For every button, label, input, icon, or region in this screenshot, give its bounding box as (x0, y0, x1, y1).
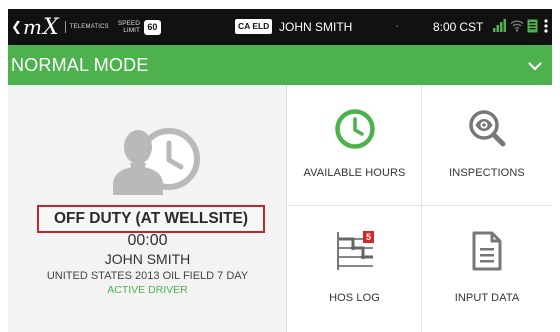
duty-timer: 00:00 (127, 232, 168, 249)
speed-limit-indicator: SPEED LIMIT 60 (117, 19, 161, 35)
device-icon (527, 19, 538, 38)
status-bar: ❮ mX TELEMATICS SPEED LIMIT 60 CA ELD JO… (8, 9, 552, 45)
speed-limit-value: 60 (143, 19, 161, 35)
hos-ruleset: UNITED STATES 2013 OIL FIELD 7 DAY (46, 270, 249, 282)
mode-bar[interactable]: NORMAL MODE (8, 45, 552, 85)
driver-name: JOHN SMITH (104, 251, 191, 267)
inspections-label: INSPECTIONS (449, 167, 525, 179)
input-data-tile[interactable]: INPUT DATA (422, 206, 552, 332)
clock-timezone: CST (459, 20, 484, 34)
status-separator (396, 25, 398, 27)
chevron-down-icon[interactable] (528, 58, 542, 76)
clock: 8:00 CST (433, 20, 483, 34)
clock-icon (334, 108, 376, 155)
kebab-menu-icon[interactable] (544, 19, 548, 38)
telematics-label: TELEMATICS (69, 24, 109, 30)
mix-logo: mX (23, 14, 59, 40)
speed-limit-label: SPEED LIMIT (117, 20, 140, 34)
available-hours-label: AVAILABLE HOURS (303, 167, 406, 179)
eld-badge: CA ELD (235, 19, 273, 34)
driver-status-panel: OFF DUTY (AT WELLSITE) 00:00 JOHN SMITH … (8, 85, 287, 332)
clock-time: 8:00 (433, 20, 457, 34)
status-driver-name: JOHN SMITH (279, 20, 353, 34)
signal-icon (493, 19, 506, 37)
hos-log-label: HOS LOG (329, 292, 380, 304)
magnifier-eye-icon (467, 108, 507, 153)
mode-label: NORMAL MODE (11, 54, 149, 75)
driver-clock-icon (111, 123, 201, 200)
hos-log-tile[interactable]: 5 HOS LOG (288, 206, 422, 332)
duty-status: OFF DUTY (AT WELLSITE) (37, 205, 265, 233)
dashboard-content: OFF DUTY (AT WELLSITE) 00:00 JOHN SMITH … (8, 85, 552, 332)
hos-log-badge: 5 (363, 231, 374, 243)
wifi-icon (510, 19, 524, 37)
document-icon (471, 230, 503, 277)
logo-divider (64, 21, 66, 33)
input-data-label: INPUT DATA (454, 292, 520, 304)
driver-role: ACTIVE DRIVER (107, 284, 188, 296)
back-chevron-icon[interactable]: ❮ (8, 19, 22, 35)
inspections-tile[interactable]: INSPECTIONS (422, 85, 552, 206)
available-hours-tile[interactable]: AVAILABLE HOURS (288, 85, 422, 206)
